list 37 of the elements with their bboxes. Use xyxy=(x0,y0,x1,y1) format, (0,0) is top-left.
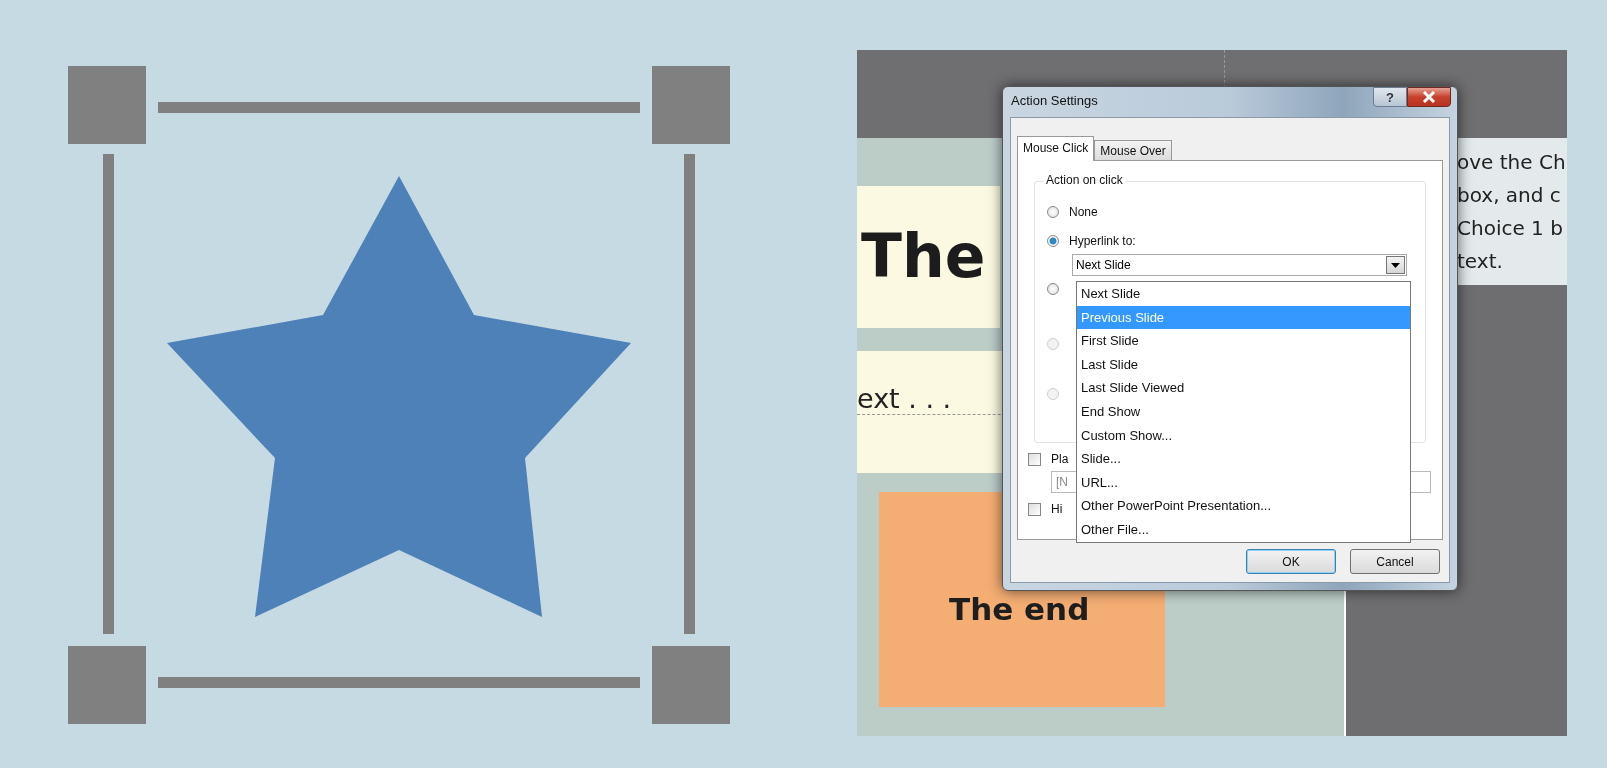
dropdown-option[interactable]: First Slide xyxy=(1077,329,1410,353)
caret-icon xyxy=(1391,262,1400,268)
slide-text-line: text. xyxy=(1457,248,1503,275)
dialog-title: Action Settings xyxy=(1011,92,1098,108)
dropdown-option[interactable]: Next Slide xyxy=(1077,282,1410,306)
close-icon xyxy=(1422,91,1436,103)
slide-text-line: ove the Ch xyxy=(1457,149,1566,176)
hyperlink-dropdown[interactable]: Next Slide xyxy=(1072,254,1407,276)
checkbox-label: Hi xyxy=(1051,502,1063,516)
group-title: Action on click xyxy=(1043,173,1126,187)
checkbox[interactable] xyxy=(1028,502,1041,516)
dropdown-option[interactable]: URL... xyxy=(1077,470,1410,495)
option-label: Hyperlink to: xyxy=(1069,234,1136,248)
dropdown-option[interactable]: End Show xyxy=(1077,399,1410,424)
dropdown-option[interactable]: Other PowerPoint Presentation... xyxy=(1077,494,1410,518)
dialog-button[interactable]: OK xyxy=(1246,549,1336,574)
radio-button[interactable] xyxy=(1047,283,1059,295)
dropdown-option[interactable]: Last Slide Viewed xyxy=(1077,376,1410,400)
dropdown-option[interactable]: Other File... xyxy=(1077,517,1410,542)
help-button[interactable]: ? xyxy=(1373,87,1407,107)
option-label: None xyxy=(1069,205,1098,219)
radio-button[interactable] xyxy=(1047,235,1059,247)
radio-button[interactable] xyxy=(1047,206,1059,218)
close-button[interactable] xyxy=(1407,87,1451,107)
end-box-text: The end xyxy=(949,594,1090,625)
slide-title-text: The xyxy=(860,226,986,286)
checkbox-label: Pla xyxy=(1051,452,1069,466)
slide-text-line: Choice 1 b xyxy=(1457,215,1563,242)
star-icon xyxy=(167,176,631,617)
dialog-button[interactable]: Cancel xyxy=(1350,549,1440,574)
tab[interactable]: Mouse Click xyxy=(1017,136,1095,161)
tab[interactable]: Mouse Over xyxy=(1094,140,1172,160)
slide-text-line: box, and c xyxy=(1457,182,1561,209)
dropdown-option[interactable]: Custom Show... xyxy=(1077,423,1410,448)
dropdown-option[interactable]: Last Slide xyxy=(1077,352,1410,377)
dropdown-option[interactable]: Slide... xyxy=(1077,447,1410,471)
checkbox[interactable] xyxy=(1028,452,1041,466)
